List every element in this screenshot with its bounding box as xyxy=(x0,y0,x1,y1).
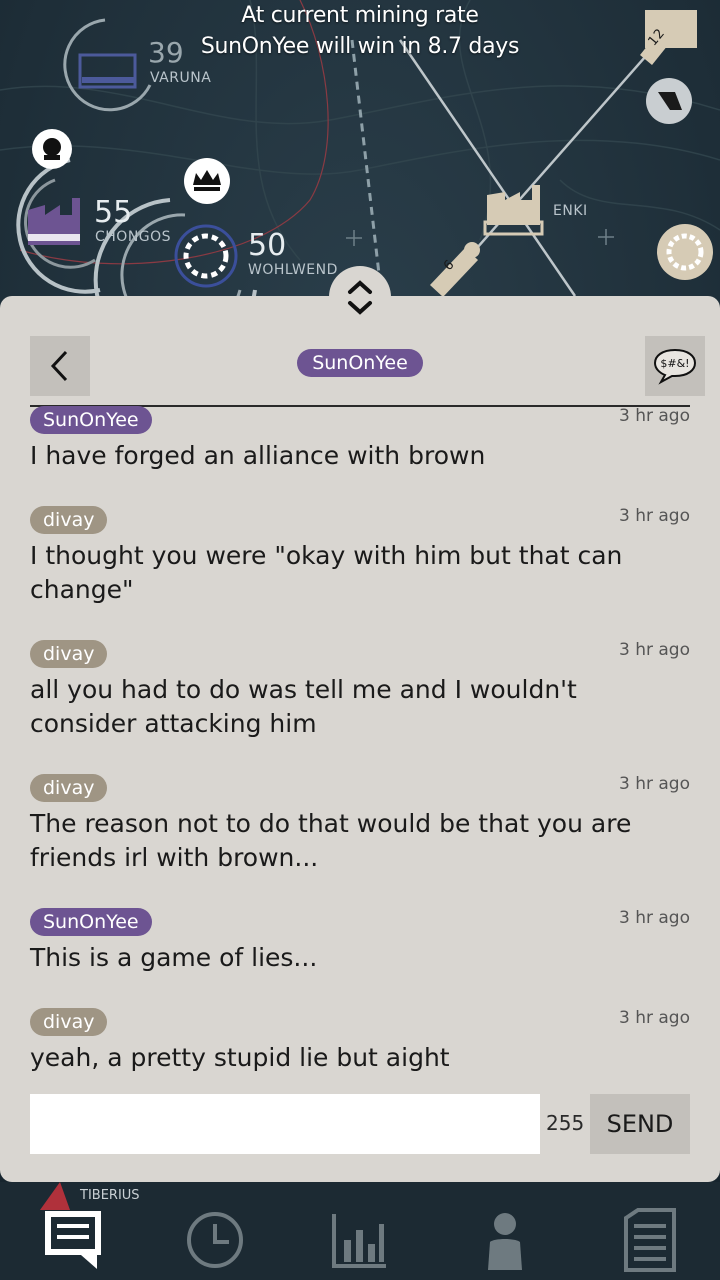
nav-clock[interactable] xyxy=(180,1205,250,1275)
nav-players[interactable] xyxy=(470,1205,540,1275)
star-wohlwend-label: WOHLWEND xyxy=(248,262,338,278)
message-time: 3 hr ago xyxy=(619,406,690,426)
message-time: 3 hr ago xyxy=(619,908,690,928)
message-author[interactable]: SunOnYee xyxy=(30,908,152,936)
star-varuna-label: VARUNA xyxy=(150,70,212,86)
chevron-up-down-icon xyxy=(348,280,372,315)
document-icon xyxy=(624,1208,676,1272)
panel-toggle-button[interactable] xyxy=(329,266,391,328)
bar-chart-icon xyxy=(332,1214,386,1268)
message-time: 3 hr ago xyxy=(619,640,690,660)
message-text: yeah, a pretty stupid lie but aight xyxy=(30,1043,450,1072)
chat-message: divay 3 hr ago yeah, a pretty stupid lie… xyxy=(30,1008,690,1075)
message-text: I thought you were "okay with him but th… xyxy=(30,541,623,604)
mining-rate-line1: At current mining rate xyxy=(241,3,479,28)
message-text: This is a game of lies... xyxy=(30,943,318,972)
message-time: 3 hr ago xyxy=(619,774,690,794)
star-chongos-label: CHONGOS xyxy=(95,229,172,245)
profanity-filter-label: $#&! xyxy=(660,357,689,370)
specialist-icon[interactable] xyxy=(646,78,692,124)
message-author[interactable]: divay xyxy=(30,774,108,802)
remaining-characters: 255 xyxy=(546,1111,585,1135)
back-button[interactable] xyxy=(30,336,90,396)
chat-icon xyxy=(45,1211,101,1269)
chat-panel: SunOnYee $#&! SunOnYee 3 hr ago I have f… xyxy=(0,296,720,1182)
star-tiberius-label: TIBERIUS xyxy=(80,1188,140,1203)
clock-icon xyxy=(187,1212,243,1268)
chat-message: divay 3 hr ago all you had to do was tel… xyxy=(30,640,690,741)
chat-message: divay 3 hr ago I thought you were "okay … xyxy=(30,506,690,607)
message-author[interactable]: divay xyxy=(30,1008,108,1036)
message-author[interactable]: SunOnYee xyxy=(30,406,152,434)
mining-rate-line2: SunOnYee will win in 8.7 days xyxy=(200,34,520,59)
chat-message: SunOnYee 3 hr ago This is a game of lies… xyxy=(30,908,690,975)
message-text: all you had to do was tell me and I woul… xyxy=(30,675,577,738)
nav-stats[interactable] xyxy=(325,1205,395,1275)
nav-reports[interactable] xyxy=(615,1205,685,1275)
person-icon xyxy=(488,1213,522,1270)
send-button[interactable]: SEND xyxy=(590,1094,690,1154)
star-chongos-value: 55 xyxy=(94,195,133,230)
message-author[interactable]: divay xyxy=(30,506,108,534)
message-text: The reason not to do that would be that … xyxy=(30,809,632,872)
message-time: 3 hr ago xyxy=(619,1008,690,1028)
star-enki-label: ENKI xyxy=(553,203,588,219)
star-varuna-value: 39 xyxy=(148,36,184,69)
conversation-player-name: SunOnYee xyxy=(297,349,423,377)
message-input[interactable] xyxy=(30,1094,540,1154)
star-right-ring[interactable] xyxy=(657,224,713,280)
chevron-left-icon xyxy=(50,350,68,382)
nav-chat[interactable] xyxy=(38,1205,108,1275)
star-wohlwend-value: 50 xyxy=(248,228,287,263)
chat-message: divay 3 hr ago The reason not to do that… xyxy=(30,774,690,875)
speech-bubble-icon: $#&! xyxy=(653,348,697,385)
message-text: I have forged an alliance with brown xyxy=(30,441,486,470)
profanity-filter-button[interactable]: $#&! xyxy=(645,336,705,396)
chat-message: SunOnYee 3 hr ago I have forged an allia… xyxy=(30,406,690,473)
message-author[interactable]: divay xyxy=(30,640,108,668)
message-time: 3 hr ago xyxy=(619,506,690,526)
